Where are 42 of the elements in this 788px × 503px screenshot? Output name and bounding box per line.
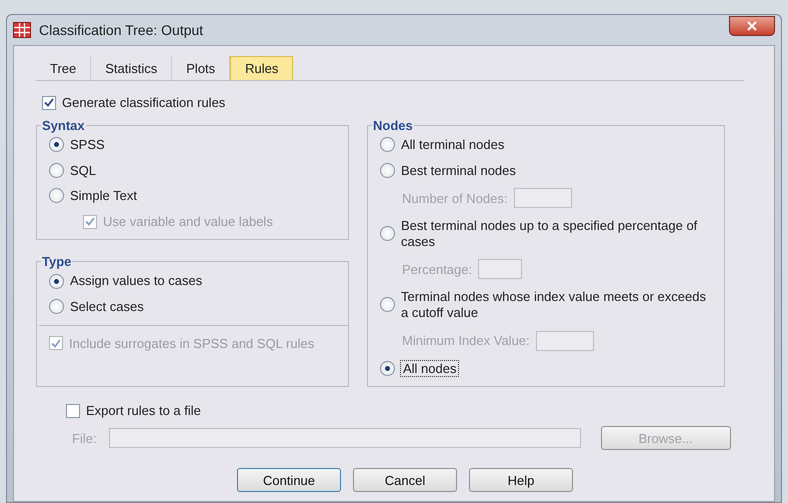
tab[interactable]: Rules (230, 56, 294, 80)
dialog-button[interactable]: Help (469, 468, 573, 492)
tab[interactable]: Statistics (91, 56, 172, 80)
option-label: Best terminal nodes (401, 162, 516, 178)
option-label: Include surrogates in SPSS and SQL rules (69, 336, 314, 352)
field-label: Percentage: (402, 262, 472, 277)
option-label: Use variable and value labels (103, 214, 273, 230)
radio-button[interactable] (380, 297, 395, 312)
option-label: Terminal nodes whose index value meets or exceeds a cutoff value (401, 289, 707, 321)
field-label: Minimum Index Value: (402, 333, 530, 348)
radio-button[interactable] (49, 162, 64, 178)
close-button[interactable] (729, 16, 775, 36)
field-label: File: (72, 430, 97, 446)
close-icon (747, 21, 757, 31)
checkbox-label: Generate classification rules (62, 95, 226, 110)
option-label: All nodes (401, 360, 458, 376)
radio-button[interactable] (380, 162, 395, 178)
option-label: Assign values to cases (70, 273, 202, 289)
radio-button[interactable] (380, 226, 395, 242)
radio-button[interactable] (49, 137, 64, 152)
option-label: Select cases (70, 298, 144, 315)
option-label: SQL (70, 162, 96, 178)
radio-button[interactable] (49, 274, 64, 289)
radio-button[interactable] (380, 360, 395, 376)
option-label: All terminal nodes (401, 137, 504, 153)
radio-button[interactable] (380, 137, 395, 152)
dialog-button[interactable]: Cancel (353, 468, 457, 492)
group-title: Syntax (41, 118, 86, 133)
tab[interactable]: Tree (36, 56, 92, 80)
checkbox-label: Export rules to a file (86, 403, 201, 418)
option-label: SPSS (70, 137, 105, 153)
radio-button[interactable] (49, 299, 64, 314)
field-label: Number of Nodes: (402, 190, 508, 206)
radio-button[interactable] (49, 188, 64, 204)
checkbox[interactable] (42, 96, 56, 110)
option-label: Best terminal nodes up to a specified percentage of cases (401, 218, 698, 250)
option-label: Simple Text (70, 188, 137, 204)
table-icon (13, 22, 31, 38)
window-title: Classification Tree: Output (39, 22, 204, 38)
group-title: Nodes (372, 118, 414, 133)
group-title: Type (41, 254, 72, 270)
dialog-button[interactable]: Continue (237, 468, 341, 492)
